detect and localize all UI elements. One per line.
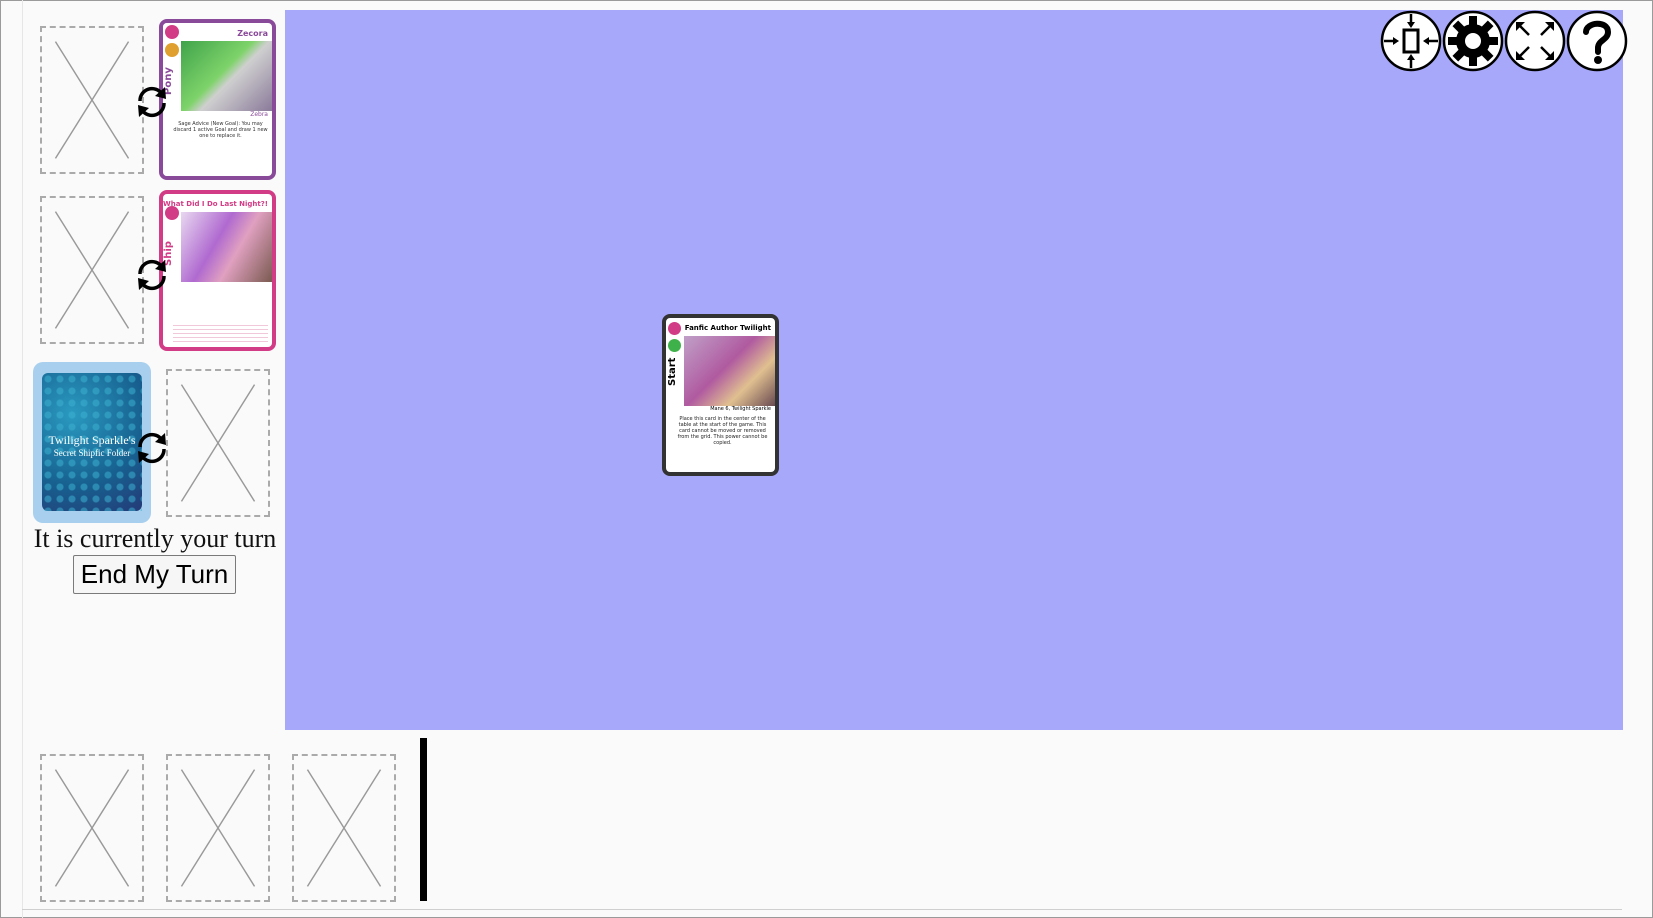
fullscreen-icon[interactable] (1504, 10, 1566, 72)
empty-card-slot[interactable] (40, 196, 144, 344)
card-subtitle: Mane 6, Twilight Sparkle (710, 406, 771, 412)
power-symbol-icon (165, 43, 179, 57)
swap-icon[interactable] (131, 81, 173, 123)
card-rules-text: Place this card in the center of the tab… (677, 416, 768, 446)
help-icon[interactable] (1566, 10, 1628, 72)
card-art (684, 336, 775, 406)
card-name: What Did I Do Last Night?! (163, 200, 268, 208)
play-board[interactable] (285, 10, 1623, 730)
heart-icon (165, 206, 179, 220)
hand-slot[interactable] (292, 754, 396, 902)
female-symbol-icon (668, 322, 681, 335)
card-art (181, 41, 272, 111)
panel-divider (22, 0, 23, 918)
hand-divider (420, 738, 427, 901)
female-symbol-icon (165, 25, 179, 39)
check-icon (668, 339, 681, 352)
swap-icon[interactable] (131, 427, 173, 469)
end-turn-button[interactable]: End My Turn (73, 555, 236, 594)
discard-slot[interactable] (166, 369, 270, 517)
gear-icon[interactable] (1442, 10, 1504, 72)
card-type-label: Start (667, 357, 678, 386)
pony-card-zecora[interactable]: Pony Zecora Zebra Sage Advice (New Goal)… (159, 19, 276, 180)
deck-title: Twilight Sparkle's (48, 433, 136, 447)
card-power-text: Sage Advice (New Goal): You may discard … (173, 121, 268, 139)
start-card[interactable]: Start Fanfic Author Twilight Mane 6, Twi… (662, 314, 779, 476)
center-board-icon[interactable] (1380, 10, 1442, 72)
ship-card[interactable]: Ship What Did I Do Last Night?! (159, 190, 276, 351)
card-name: Zecora (237, 29, 268, 38)
deck-subtitle: Secret Shipfic Folder (53, 448, 131, 458)
card-art (181, 212, 272, 282)
hand-slot[interactable] (166, 754, 270, 902)
turn-status: It is currently your turn (33, 524, 277, 553)
swap-icon[interactable] (131, 254, 173, 296)
hand-slot[interactable] (40, 754, 144, 902)
empty-card-slot[interactable] (40, 26, 144, 174)
bottom-border (22, 909, 1622, 910)
card-name: Fanfic Author Twilight (684, 324, 771, 332)
card-subtitle: Zebra (250, 111, 268, 118)
